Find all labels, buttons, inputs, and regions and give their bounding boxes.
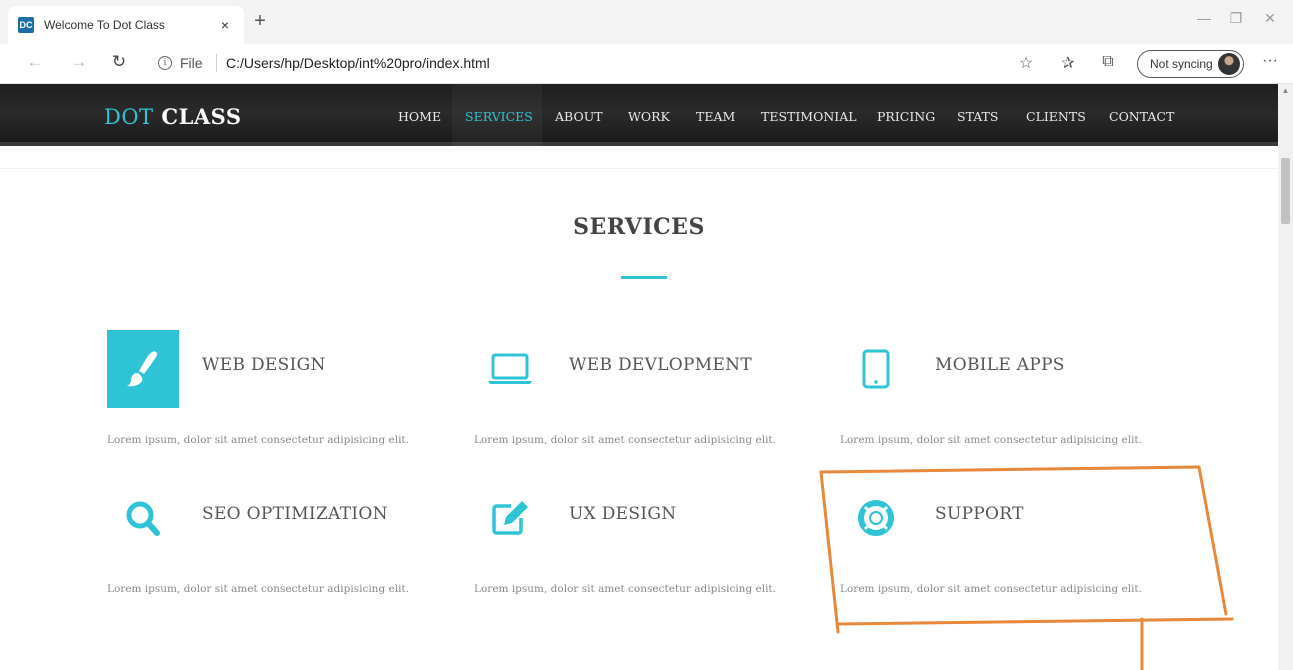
service-description: Lorem ipsum, dolor sit amet consectetur …	[474, 583, 776, 595]
service-description: Lorem ipsum, dolor sit amet consectetur …	[107, 434, 409, 446]
scrollbar-thumb[interactable]	[1281, 158, 1290, 224]
browser-tab-bar: DC Welcome To Dot Class × + — ❐ ✕	[0, 0, 1293, 44]
minimize-icon[interactable]: —	[1194, 10, 1214, 26]
address-url[interactable]: C:/Users/hp/Desktop/int%20pro/index.html	[226, 55, 490, 71]
service-card-ux-design: UX DESIGN Lorem ipsum, dolor sit amet co…	[474, 479, 824, 619]
paintbrush-icon	[107, 330, 179, 408]
service-title: SUPPORT	[935, 504, 1024, 524]
laptop-icon	[474, 330, 546, 408]
back-icon[interactable]: ←	[24, 52, 46, 72]
refresh-icon[interactable]: ↻	[108, 52, 130, 72]
section-title: SERVICES	[573, 214, 705, 240]
section-divider	[0, 168, 1278, 169]
nav-clients[interactable]: CLIENTS	[1026, 109, 1086, 124]
service-card-mobile-apps: MOBILE APPS Lorem ipsum, dolor sit amet …	[840, 330, 1190, 470]
edit-icon	[474, 479, 546, 557]
page-viewport: DOT CLASS HOME SERVICES ABOUT WORK TEAM …	[0, 84, 1278, 670]
service-title: WEB DEVLOPMENT	[569, 355, 752, 375]
site-info-icon[interactable]: i	[158, 56, 172, 70]
title-underline	[621, 276, 667, 279]
scroll-up-icon[interactable]: ▲	[1278, 86, 1293, 98]
service-description: Lorem ipsum, dolor sit amet consectetur …	[474, 434, 776, 446]
window-close-icon[interactable]: ✕	[1260, 10, 1280, 27]
page-scrollbar[interactable]: ▲	[1278, 84, 1293, 670]
service-title: UX DESIGN	[569, 504, 677, 524]
more-options-icon[interactable]: ···	[1262, 52, 1278, 70]
logo-part-class: CLASS	[153, 104, 242, 129]
service-card-support: SUPPORT Lorem ipsum, dolor sit amet cons…	[840, 479, 1190, 619]
tab-close-icon[interactable]: ×	[216, 17, 234, 33]
address-separator	[216, 54, 217, 72]
search-icon	[107, 479, 179, 557]
service-title: WEB DESIGN	[202, 355, 326, 375]
service-description: Lorem ipsum, dolor sit amet consectetur …	[107, 583, 409, 595]
service-card-web-design: WEB DESIGN Lorem ipsum, dolor sit amet c…	[107, 330, 457, 470]
life-ring-icon	[840, 479, 912, 557]
service-description: Lorem ipsum, dolor sit amet consectetur …	[840, 583, 1142, 595]
collections-icon[interactable]: ⧉	[1098, 53, 1118, 71]
tab-title: Welcome To Dot Class	[44, 18, 165, 32]
nav-work[interactable]: WORK	[628, 109, 670, 124]
favorites-list-icon[interactable]: ✰	[1058, 53, 1078, 73]
profile-avatar	[1218, 53, 1240, 75]
site-favicon-icon: DC	[18, 17, 34, 33]
service-card-web-development: WEB DEVLOPMENT Lorem ipsum, dolor sit am…	[474, 330, 824, 470]
nav-about[interactable]: ABOUT	[555, 109, 603, 124]
nav-pricing[interactable]: PRICING	[877, 109, 935, 124]
profile-sync-button[interactable]: Not syncing	[1137, 50, 1244, 78]
nav-stats[interactable]: STATS	[957, 109, 998, 124]
new-tab-icon[interactable]: +	[250, 10, 270, 33]
browser-tab[interactable]: DC Welcome To Dot Class ×	[8, 6, 244, 44]
site-navbar: DOT CLASS HOME SERVICES ABOUT WORK TEAM …	[0, 84, 1278, 146]
service-title: MOBILE APPS	[935, 355, 1065, 375]
address-toolbar: ← → ↻ i File C:/Users/hp/Desktop/int%20p…	[0, 44, 1293, 84]
nav-contact[interactable]: CONTACT	[1109, 109, 1174, 124]
nav-team[interactable]: TEAM	[696, 109, 735, 124]
tablet-icon	[840, 330, 912, 408]
restore-icon[interactable]: ❐	[1226, 10, 1246, 27]
forward-icon[interactable]: →	[68, 52, 90, 72]
logo-part-dot: DOT	[104, 105, 154, 129]
url-scheme-label: File	[180, 55, 203, 71]
sync-status-label: Not syncing	[1150, 57, 1213, 71]
service-card-seo-optimization: SEO OPTIMIZATION Lorem ipsum, dolor sit …	[107, 479, 457, 619]
service-description: Lorem ipsum, dolor sit amet consectetur …	[840, 434, 1142, 446]
site-logo[interactable]: DOT CLASS	[104, 104, 242, 129]
nav-home[interactable]: HOME	[398, 109, 441, 124]
service-title: SEO OPTIMIZATION	[202, 504, 388, 524]
nav-services[interactable]: SERVICES	[465, 109, 533, 124]
nav-testimonial[interactable]: TESTIMONIAL	[761, 109, 857, 124]
favorite-star-icon[interactable]: ☆	[1016, 53, 1036, 73]
